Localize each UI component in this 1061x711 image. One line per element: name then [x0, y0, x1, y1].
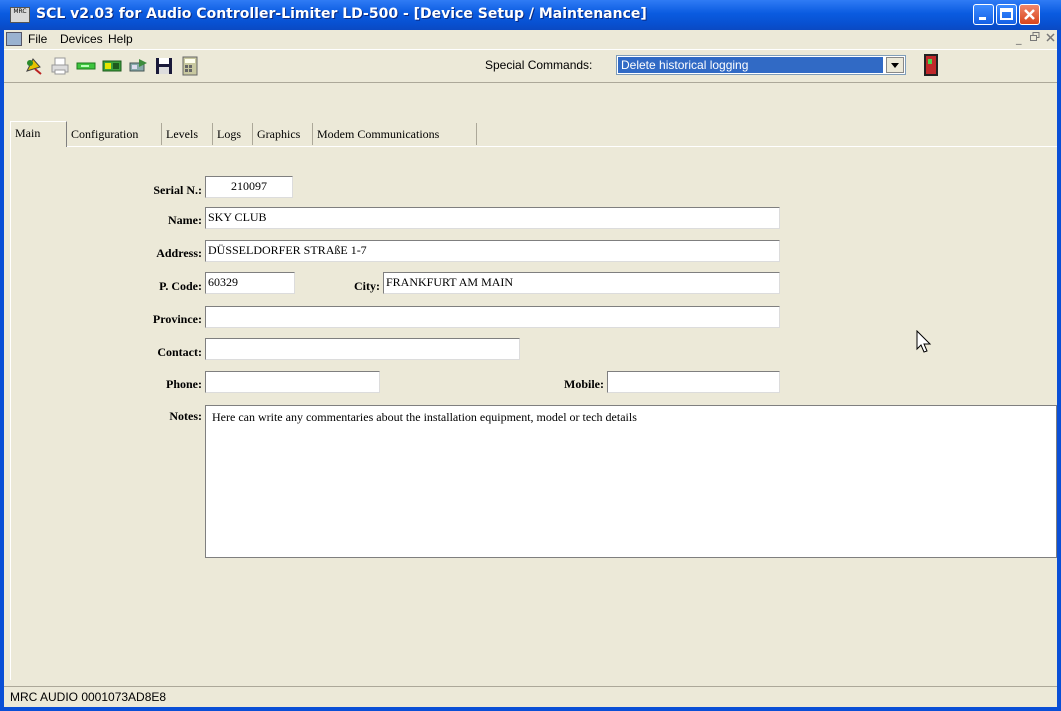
- pcode-field[interactable]: 60329: [205, 272, 295, 294]
- chevron-down-icon: [891, 62, 899, 68]
- close-button[interactable]: [1019, 4, 1040, 25]
- device-button[interactable]: [100, 53, 124, 79]
- special-commands-value: Delete historical logging: [618, 57, 883, 73]
- city-field[interactable]: FRANKFURT AM MAIN: [383, 272, 780, 294]
- calculator-button[interactable]: [178, 53, 202, 79]
- restore-icon: [1030, 32, 1040, 41]
- close-icon: [1046, 33, 1055, 42]
- tab-logs[interactable]: Logs: [213, 123, 253, 145]
- serial-field[interactable]: 210097: [205, 176, 293, 198]
- tools-icon: [129, 59, 147, 72]
- green-device-button[interactable]: [74, 53, 98, 79]
- connect-icon: [26, 58, 42, 75]
- title-bar[interactable]: MRC SCL v2.03 for Audio Controller-Limit…: [0, 0, 1061, 30]
- tab-configuration[interactable]: Configuration: [67, 123, 162, 145]
- device-icon: [102, 60, 122, 72]
- maximize-button[interactable]: [996, 4, 1017, 25]
- mdi-restore-button[interactable]: [1030, 32, 1040, 45]
- pcode-label: P. Code:: [159, 279, 202, 293]
- app-icon[interactable]: MRC: [10, 7, 30, 23]
- document-icon[interactable]: [6, 32, 22, 46]
- province-label: Province:: [152, 312, 202, 326]
- tab-modem-communications[interactable]: Modem Communications: [313, 123, 477, 145]
- contact-field[interactable]: [205, 338, 520, 360]
- mobile-field[interactable]: [607, 371, 780, 393]
- address-field[interactable]: DÜSSELDORFER STRAßE 1-7: [205, 240, 780, 262]
- city-label: City:: [354, 279, 380, 293]
- print-button[interactable]: [48, 53, 72, 79]
- minimize-button[interactable]: [973, 4, 994, 25]
- notes-textarea[interactable]: Here can write any commentaries about th…: [205, 405, 1057, 558]
- calculator-icon: [182, 56, 198, 76]
- status-text: MRC AUDIO 0001073AD8E8: [10, 690, 167, 704]
- minimize-icon: [979, 17, 986, 20]
- toolbar: Special Commands: Delete historical logg…: [4, 49, 1057, 83]
- notes-label: Notes:: [169, 409, 202, 423]
- menu-help[interactable]: Help: [108, 32, 133, 46]
- green-device-icon: [76, 62, 96, 70]
- menu-bar: File Devices Help _: [4, 30, 1057, 49]
- special-commands-select[interactable]: Delete historical logging: [616, 55, 906, 75]
- tools-button[interactable]: [126, 53, 150, 79]
- save-button[interactable]: [152, 53, 176, 79]
- menu-file[interactable]: File: [28, 32, 47, 46]
- print-icon: [51, 57, 69, 75]
- tab-levels[interactable]: Levels: [162, 123, 213, 145]
- tab-graphics[interactable]: Graphics: [253, 123, 313, 145]
- dropdown-arrow-button[interactable]: [886, 57, 904, 73]
- mobile-label: Mobile:: [564, 377, 604, 391]
- name-field[interactable]: SKY CLUB: [205, 207, 780, 229]
- special-commands-label: Special Commands:: [485, 58, 593, 72]
- execute-command-button[interactable]: [920, 53, 942, 77]
- maximize-icon: [1000, 8, 1013, 20]
- window-title: SCL v2.03 for Audio Controller-Limiter L…: [36, 6, 647, 22]
- status-bar: MRC AUDIO 0001073AD8E8: [4, 686, 1057, 707]
- mdi-minimize-button[interactable]: _: [1016, 32, 1022, 45]
- door-icon: [924, 54, 938, 76]
- connect-button[interactable]: [22, 53, 46, 79]
- close-icon: [1024, 9, 1035, 20]
- contact-label: Contact:: [157, 345, 202, 359]
- phone-field[interactable]: [205, 371, 380, 393]
- address-label: Address:: [156, 246, 202, 260]
- province-field[interactable]: [205, 306, 780, 328]
- app-icon-text: MRC: [13, 8, 27, 15]
- mouse-cursor-icon: [916, 330, 932, 353]
- serial-label: Serial N.:: [153, 183, 202, 197]
- phone-label: Phone:: [166, 377, 202, 391]
- mdi-close-button[interactable]: [1046, 32, 1055, 45]
- name-label: Name:: [168, 213, 202, 227]
- menu-devices[interactable]: Devices: [60, 32, 103, 46]
- tab-main[interactable]: Main: [10, 121, 67, 147]
- save-icon: [156, 58, 172, 74]
